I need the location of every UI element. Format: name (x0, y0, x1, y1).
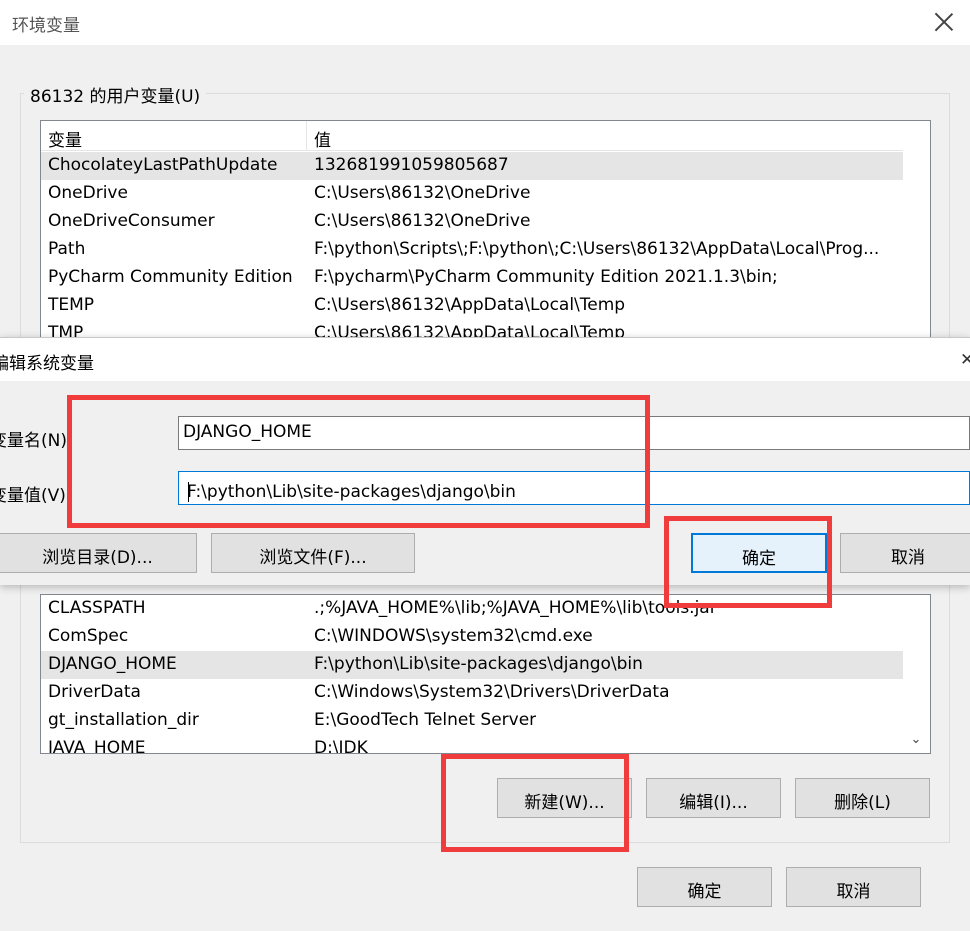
edit-button[interactable]: 编辑(I)... (646, 778, 781, 818)
table-row[interactable]: DriverData C:\Windows\System32\Drivers\D… (41, 679, 903, 707)
close-icon[interactable]: ✕ (960, 350, 970, 370)
table-row[interactable]: gt_installation_dir E:\GoodTech Telnet S… (41, 707, 903, 735)
variable-value-field[interactable]: F:\python\Lib\site-packages\django\bin (178, 471, 970, 505)
cell-value: C:\Users\86132\OneDrive (314, 211, 531, 231)
browse-directory-label: 浏览目录(D)... (42, 548, 153, 568)
cell-value: .;%JAVA_HOME%\lib;%JAVA_HOME%\lib\tools.… (314, 598, 717, 618)
table-row[interactable]: OneDrive C:\Users\86132\OneDrive (41, 180, 903, 208)
column-header-name[interactable]: 变量 (48, 126, 82, 151)
cell-value: C:\Users\86132\OneDrive (314, 183, 531, 203)
browse-file-button[interactable]: 浏览文件(F)... (211, 533, 415, 573)
delete-button-label: 删除(L) (834, 793, 891, 813)
list-header: 变量 值 (41, 121, 903, 151)
variable-value-text: F:\python\Lib\site-packages\django\bin (187, 482, 516, 502)
new-button[interactable]: 新建(W)... (497, 778, 632, 818)
browse-file-label: 浏览文件(F)... (259, 548, 367, 568)
variable-name-text: DJANGO_HOME (183, 422, 312, 442)
table-row[interactable]: OneDriveConsumer C:\Users\86132\OneDrive (41, 208, 903, 236)
table-row[interactable]: CLASSPATH .;%JAVA_HOME%\lib;%JAVA_HOME%\… (41, 595, 903, 623)
window-title: 环境变量 (12, 16, 80, 36)
cell-name: ComSpec (48, 626, 129, 646)
window-titlebar: 环境变量 (0, 0, 970, 45)
close-icon[interactable] (932, 10, 956, 34)
variable-name-field[interactable]: DJANGO_HOME (178, 416, 970, 450)
table-row[interactable]: PyCharm Community Edition F:\pycharm\PyC… (41, 264, 903, 292)
cell-name: Path (48, 239, 86, 259)
cell-value: F:\python\Scripts\;F:\python\;C:\Users\8… (314, 239, 880, 259)
edit-button-label: 编辑(I)... (679, 793, 748, 813)
ok-button[interactable]: 确定 (637, 867, 772, 907)
cell-value: C:\WINDOWS\system32\cmd.exe (314, 626, 593, 646)
new-button-label: 新建(W)... (524, 793, 605, 813)
cell-name: PyCharm Community Edition (48, 267, 293, 287)
table-row[interactable]: Path F:\python\Scripts\;F:\python\;C:\Us… (41, 236, 903, 264)
cell-name: ChocolateyLastPathUpdate (48, 155, 278, 175)
dialog-cancel-label: 取消 (891, 548, 925, 568)
browse-directory-button[interactable]: 浏览目录(D)... (0, 533, 197, 573)
dialog-ok-label: 确定 (742, 549, 776, 569)
cell-value: F:\pycharm\PyCharm Community Edition 202… (314, 267, 778, 287)
edit-system-variable-dialog: 编辑系统变量 ✕ 变量名(N): DJANGO_HOME 变量值(V): F:\… (0, 337, 970, 585)
table-row[interactable]: ChocolateyLastPathUpdate 132681991059805… (41, 152, 903, 180)
cell-name: gt_installation_dir (48, 710, 199, 730)
variable-name-label: 变量名(N): (0, 431, 73, 451)
dialog-title: 编辑系统变量 (0, 354, 94, 374)
cell-name: OneDrive (48, 183, 128, 203)
chevron-down-icon[interactable]: ⌄ (906, 732, 926, 750)
table-row[interactable]: ComSpec C:\WINDOWS\system32\cmd.exe (41, 623, 903, 651)
cell-name: CLASSPATH (48, 598, 146, 618)
ok-button-label: 确定 (687, 882, 722, 902)
dialog-ok-button[interactable]: 确定 (691, 533, 827, 573)
dialog-cancel-button[interactable]: 取消 (840, 533, 970, 573)
table-row[interactable]: TEMP C:\Users\86132\AppData\Local\Temp (41, 292, 903, 320)
cell-value: F:\python\Lib\site-packages\django\bin (314, 654, 643, 674)
system-variables-list[interactable]: CLASSPATH .;%JAVA_HOME%\lib;%JAVA_HOME%\… (40, 594, 931, 754)
table-row[interactable]: JAVA_HOME D:\JDK (41, 735, 903, 754)
cell-name: DriverData (48, 682, 141, 702)
variable-value-label: 变量值(V): (0, 486, 72, 506)
dialog-titlebar: 编辑系统变量 ✕ (0, 338, 970, 381)
cell-value: C:\Users\86132\AppData\Local\Temp (314, 295, 626, 315)
delete-button[interactable]: 删除(L) (795, 778, 930, 818)
cancel-button-label: 取消 (836, 882, 871, 902)
cell-name: OneDriveConsumer (48, 211, 215, 231)
table-row[interactable]: DJANGO_HOME F:\python\Lib\site-packages\… (41, 651, 903, 679)
cancel-button[interactable]: 取消 (786, 867, 921, 907)
user-variables-list[interactable]: 变量 值 ChocolateyLastPathUpdate 1326819910… (40, 120, 931, 350)
cell-name: TEMP (48, 295, 95, 315)
cell-name: DJANGO_HOME (48, 654, 177, 674)
cell-value: E:\GoodTech Telnet Server (314, 710, 537, 730)
text-caret (188, 482, 189, 502)
cell-name: JAVA_HOME (48, 738, 146, 754)
cell-value: D:\JDK (314, 738, 368, 754)
column-header-value[interactable]: 值 (314, 126, 331, 151)
column-divider[interactable] (306, 121, 307, 151)
user-variables-label: 86132 的用户变量(U) (24, 82, 207, 107)
cell-value: 132681991059805687 (314, 155, 509, 175)
cell-value: C:\Windows\System32\Drivers\DriverData (314, 682, 670, 702)
